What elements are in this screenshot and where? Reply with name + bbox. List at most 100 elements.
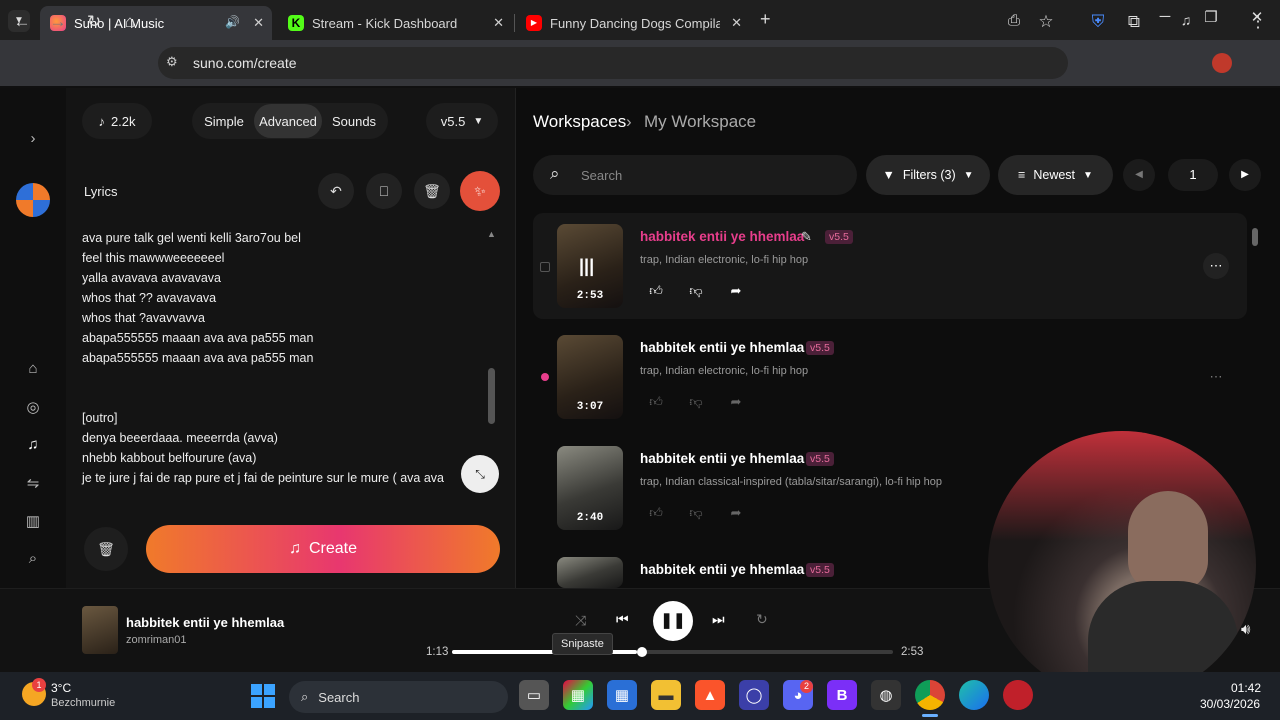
home-icon[interactable]: ⌂ [22, 360, 44, 377]
explore-icon[interactable]: ◎ [22, 398, 44, 416]
song-cover[interactable]: 2:40 [557, 446, 623, 530]
lyrics-textarea[interactable]: ava pure talk gel wenti kelli 3aro7ou be… [76, 226, 481, 496]
close-icon[interactable]: ✕ [493, 15, 504, 31]
tab-youtube[interactable]: ▶ Funny Dancing Dogs Compilati ✕ [516, 6, 750, 40]
like-icon[interactable]: 👍︎ [643, 500, 669, 526]
site-info-icon[interactable]: ⚙ [166, 54, 178, 70]
undo-button[interactable]: ↶ [318, 173, 354, 209]
suno-logo[interactable] [16, 183, 50, 217]
prev-page-button[interactable]: ◀ [1123, 159, 1155, 191]
next-icon[interactable]: ⏭︎ [712, 611, 725, 628]
back-icon[interactable]: ← [10, 12, 34, 32]
brave-icon[interactable]: ▲ [695, 680, 725, 710]
url-text[interactable]: suno.com/create [193, 55, 297, 71]
share-icon[interactable]: ➦ [723, 278, 749, 304]
edit-title-icon[interactable]: ✎ [801, 229, 812, 245]
magic-lyrics-button[interactable]: ✨︎ [460, 171, 500, 211]
edge-icon[interactable] [959, 680, 989, 710]
media-control-icon[interactable]: ♫ [1174, 12, 1198, 28]
lyrics-scrollbar[interactable] [488, 368, 495, 424]
dislike-icon[interactable]: 👎︎ [683, 500, 709, 526]
sort-button[interactable]: ≡ Newest ▼ [998, 155, 1113, 195]
search-input[interactable]: Search [581, 168, 622, 183]
mode-simple[interactable]: Simple [198, 104, 250, 138]
song-title[interactable]: habbitek entii ye hhemlaa [640, 451, 804, 466]
new-tab-button[interactable]: + [760, 9, 771, 30]
more-options-icon[interactable]: ⋯ [1203, 364, 1229, 390]
bold-app-icon[interactable]: B [827, 680, 857, 710]
now-playing-cover[interactable] [82, 606, 118, 654]
next-page-button[interactable]: ▶ [1229, 159, 1261, 191]
previous-icon[interactable]: ⏮︎ [616, 611, 629, 628]
share-icon[interactable]: ➦ [723, 389, 749, 415]
caret-down-icon: ▼ [1083, 169, 1093, 181]
maximize-button[interactable]: ❐ [1196, 8, 1226, 26]
mode-sounds[interactable]: Sounds [326, 104, 382, 138]
widgets-icon[interactable]: ▦ [563, 680, 593, 710]
close-icon[interactable]: ✕ [731, 15, 742, 31]
breadcrumb-workspaces[interactable]: Workspaces [533, 112, 626, 132]
pause-button[interactable]: ❚❚ [653, 601, 693, 641]
taskview-icon[interactable]: ▭ [519, 680, 549, 710]
more-options-icon[interactable]: ⋯ [1203, 253, 1229, 279]
now-playing-title[interactable]: habbitek entii ye hhemlaa [126, 615, 284, 630]
bookmark-star-icon[interactable]: ☆ [1034, 12, 1058, 32]
home-icon[interactable]: ⌂ [118, 12, 142, 32]
share-icon[interactable]: ➦ [723, 500, 749, 526]
song-cover[interactable] [557, 557, 623, 588]
create-icon[interactable]: ♫ [22, 436, 44, 453]
filters-button[interactable]: ▼ Filters (3) ▼ [866, 155, 990, 195]
song-cover[interactable]: 2:53 ||| [557, 224, 623, 308]
lyric-line: je te jure j fai de rap pure et j fai de… [82, 471, 444, 485]
like-icon[interactable]: 👍︎ [643, 389, 669, 415]
dislike-icon[interactable]: 👎︎ [683, 278, 709, 304]
song-title[interactable]: habbitek entii ye hhemlaa [640, 562, 804, 577]
red-app-icon[interactable] [1003, 680, 1033, 710]
scroll-up-icon[interactable]: ▲ [487, 229, 496, 239]
shuffle-icon[interactable]: ⤨ [575, 612, 586, 629]
song-cover[interactable]: 3:07 [557, 335, 623, 419]
weather-temp[interactable]: 3°C [51, 681, 71, 695]
select-checkbox[interactable] [540, 262, 550, 272]
clock-time[interactable]: 01:42 [1231, 681, 1261, 695]
clock-date[interactable]: 30/03/2026 [1200, 697, 1260, 711]
tab-suno[interactable]: Suno | AI Music 🔊 ✕ [40, 6, 272, 40]
search-icon[interactable]: ⌕ [22, 550, 44, 567]
dislike-icon[interactable]: 👎︎ [683, 389, 709, 415]
extension-shield-icon[interactable]: ⛨ [1086, 12, 1110, 32]
repeat-icon[interactable]: ↻ [756, 611, 768, 628]
file-explorer-icon[interactable]: ▬ [651, 680, 681, 710]
song-title[interactable]: habbitek entii ye hhemlaa [640, 340, 804, 355]
trash-button[interactable]: 🗑︎ [84, 527, 128, 571]
extensions-icon[interactable]: ⧉ [1122, 12, 1146, 32]
menu-icon[interactable]: ⋮ [1246, 12, 1270, 32]
now-playing-artist[interactable]: zomriman01 [126, 634, 187, 646]
save-lyrics-button[interactable]: ⎕ [366, 173, 402, 209]
reload-icon[interactable]: ↻ [82, 12, 106, 32]
credits-pill[interactable]: ♪ 2.2k [82, 103, 152, 139]
app-circle-icon[interactable]: ◯ [739, 680, 769, 710]
list-scrollbar[interactable] [1252, 228, 1258, 246]
page-number[interactable]: 1 [1168, 159, 1218, 191]
create-button[interactable]: ♫ Create [146, 525, 500, 573]
store-icon[interactable]: ▦ [607, 680, 637, 710]
close-icon[interactable]: ✕ [253, 15, 264, 31]
version-selector[interactable]: v5.5 ▼ [426, 103, 498, 139]
clear-lyrics-button[interactable]: 🗑︎ [414, 173, 450, 209]
profile-avatar[interactable] [1212, 53, 1232, 73]
expand-lyrics-button[interactable]: ⤡ [461, 455, 499, 493]
tab-kick[interactable]: K Stream - Kick Dashboard ✕ [278, 6, 512, 40]
like-icon[interactable]: 👍︎ [643, 278, 669, 304]
obs-icon[interactable]: ◍ [871, 680, 901, 710]
taskbar-search[interactable]: ⌕ Search [289, 681, 508, 713]
start-button[interactable] [251, 684, 275, 708]
mode-advanced[interactable]: Advanced [254, 104, 322, 138]
studio-icon[interactable]: ⇋ [22, 474, 44, 492]
expand-icon[interactable]: › [22, 130, 44, 147]
song-title[interactable]: habbitek entii ye hhemlaa [640, 229, 804, 244]
library-icon[interactable]: ▥ [22, 512, 44, 530]
forward-icon[interactable]: → [46, 12, 70, 32]
install-app-icon[interactable]: ⎙ [1002, 12, 1026, 29]
chrome-icon[interactable] [915, 680, 945, 710]
weather-condition[interactable]: Bezchmurnie [51, 697, 115, 709]
